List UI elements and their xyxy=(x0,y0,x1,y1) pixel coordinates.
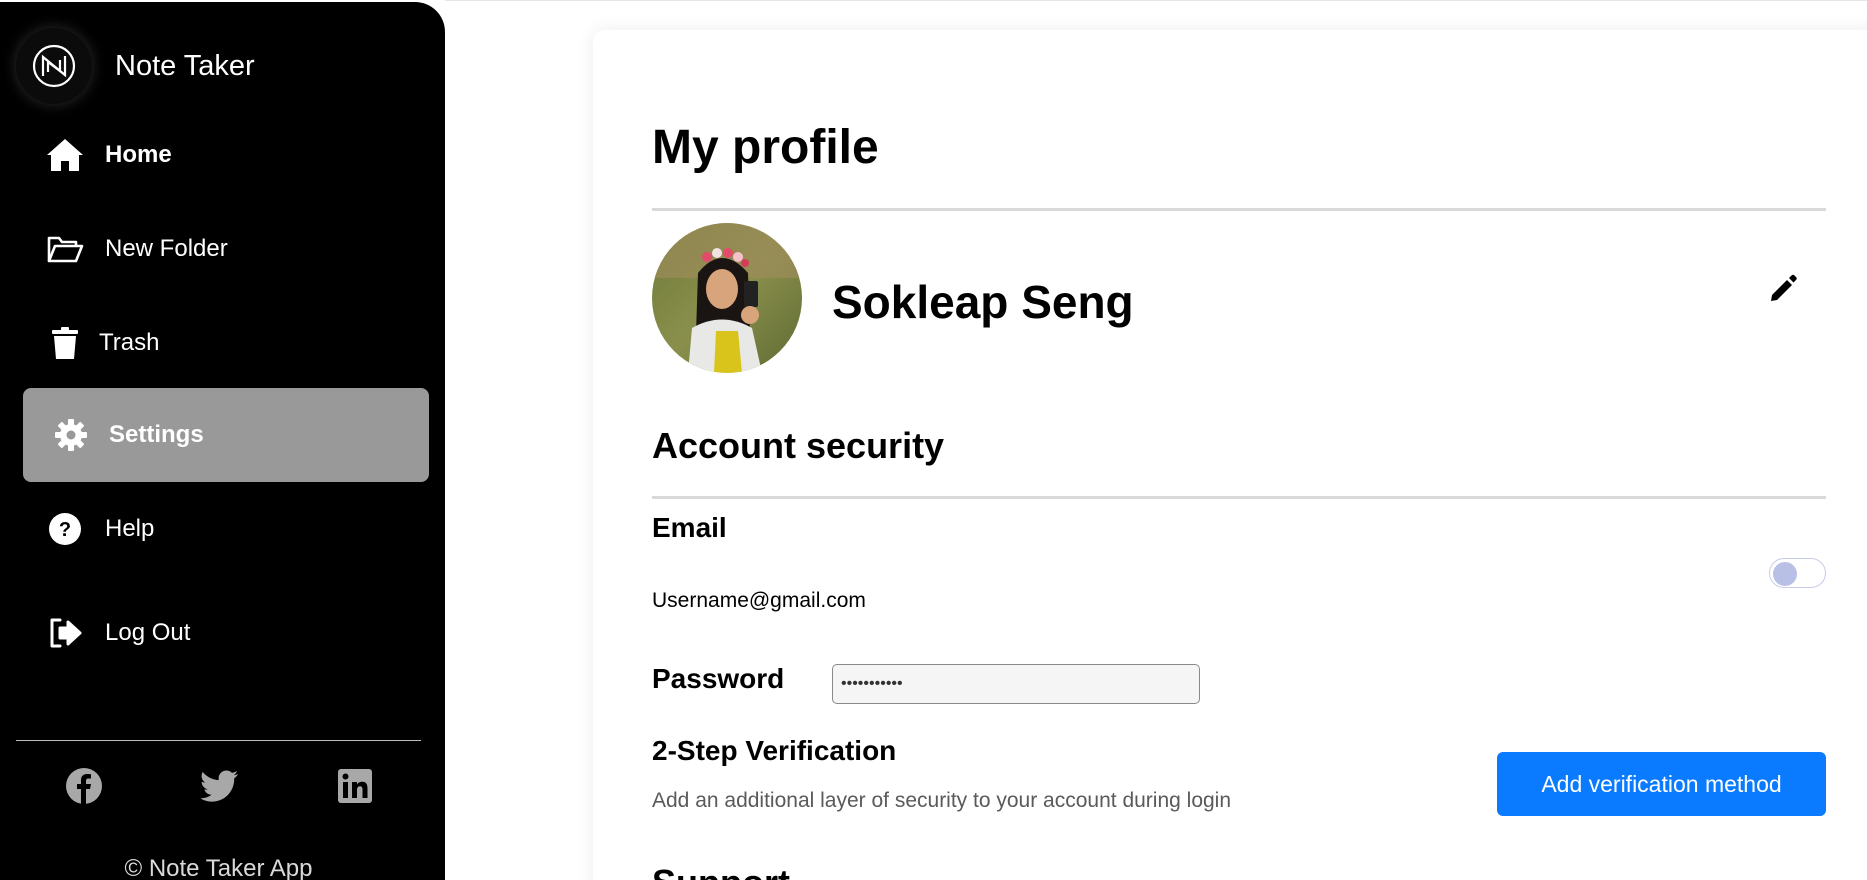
profile-name: Sokleap Seng xyxy=(832,276,1134,328)
toggle-knob xyxy=(1773,562,1797,586)
gear-icon xyxy=(51,415,91,455)
sidebar-item-label: Settings xyxy=(109,421,204,448)
title-divider xyxy=(652,208,1826,211)
email-toggle[interactable] xyxy=(1769,558,1826,588)
sidebar: Note Taker Home New Folder Trash Setting… xyxy=(0,2,445,880)
sidebar-item-label: Trash xyxy=(99,329,160,356)
email-value: Username@gmail.com xyxy=(652,589,866,612)
avatar[interactable] xyxy=(652,223,802,373)
brand[interactable]: Note Taker xyxy=(16,28,255,104)
app-logo-icon xyxy=(16,28,92,104)
svg-text:?: ? xyxy=(59,519,71,541)
logout-icon xyxy=(45,613,85,653)
trash-icon xyxy=(45,323,85,363)
two-step-description: Add an additional layer of security to y… xyxy=(652,789,1232,812)
sidebar-item-label: Log Out xyxy=(105,619,191,646)
home-icon xyxy=(45,135,85,175)
account-security-heading: Account security xyxy=(652,425,945,466)
sidebar-item-label: Home xyxy=(105,141,172,168)
support-heading: Support xyxy=(652,862,790,880)
copyright-text: © Note Taker App xyxy=(124,855,313,880)
help-icon: ? xyxy=(45,509,85,549)
sidebar-divider xyxy=(16,740,421,741)
sidebar-item-trash[interactable]: Trash xyxy=(23,296,429,390)
security-divider xyxy=(652,496,1826,499)
linkedin-icon[interactable] xyxy=(335,766,375,806)
password-field[interactable] xyxy=(832,664,1200,704)
twitter-icon[interactable] xyxy=(200,766,240,806)
email-label: Email xyxy=(652,512,727,543)
sidebar-item-home[interactable]: Home xyxy=(23,108,429,202)
add-verification-button[interactable]: Add verification method xyxy=(1497,752,1826,816)
sidebar-item-label: New Folder xyxy=(105,235,228,262)
two-step-heading: 2-Step Verification xyxy=(652,735,897,766)
folder-open-icon xyxy=(45,229,85,269)
top-border xyxy=(445,0,1867,1)
app-name: Note Taker xyxy=(115,49,255,82)
password-label: Password xyxy=(652,663,785,694)
page: Note Taker Home New Folder Trash Setting… xyxy=(0,0,1867,880)
sidebar-item-label: Help xyxy=(105,515,155,542)
sidebar-item-help[interactable]: ? Help xyxy=(23,482,429,576)
facebook-icon[interactable] xyxy=(64,766,104,806)
edit-pencil-icon[interactable] xyxy=(1768,273,1798,303)
sidebar-item-log-out[interactable]: Log Out xyxy=(23,586,429,680)
sidebar-item-settings[interactable]: Settings xyxy=(23,388,429,482)
page-title: My profile xyxy=(652,121,879,174)
sidebar-item-new-folder[interactable]: New Folder xyxy=(23,202,429,296)
